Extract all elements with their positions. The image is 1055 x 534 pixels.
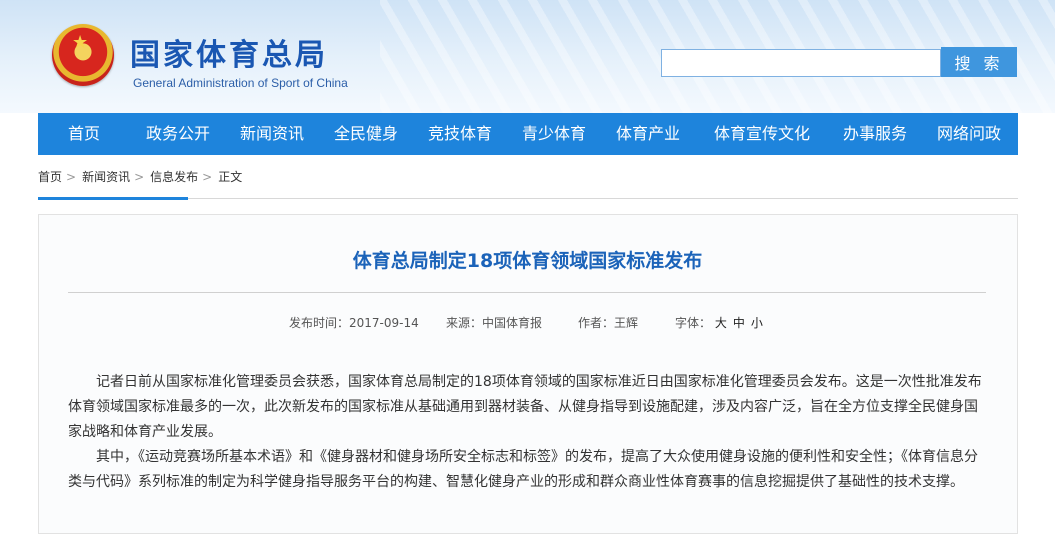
font-size-label: 字体： [675,316,712,330]
font-size-small[interactable]: 小 [751,316,763,330]
author-value: 王辉 [614,316,639,330]
nav-item-competitive-sports[interactable]: 竞技体育 [428,113,492,155]
publish-date: 发布时间：2017-09-14 [289,314,419,331]
publish-date-label: 发布时间： [289,316,350,330]
main-nav: 首页 政务公开 新闻资讯 全民健身 竞技体育 青少体育 体育产业 体育宣传文化 … [38,113,1018,155]
nav-item-news[interactable]: 新闻资讯 [240,113,304,155]
breadcrumb-separator: > [202,170,213,184]
site-name-en: General Administration of Sport of China [133,76,348,90]
font-size-medium[interactable]: 中 [733,316,745,330]
star-icon: ★ [72,32,89,53]
search-input[interactable] [661,49,941,77]
source-label: 来源： [446,316,483,330]
site-name-cn[interactable]: 国家体育总局 [130,30,328,74]
article-paragraph-1: 记者日前从国家标准化管理委员会获悉，国家体育总局制定的18项体育领域的国家标准近… [68,374,982,440]
article-source: 来源：中国体育报 [446,314,542,331]
breadcrumb-info-release[interactable]: 信息发布 [150,168,198,185]
national-emblem-icon[interactable]: ★ [52,24,114,86]
breadcrumb-accent-bar [38,197,188,200]
breadcrumb-separator: > [66,170,77,184]
nav-item-home[interactable]: 首页 [68,113,100,155]
breadcrumb: 首页 > 新闻资讯 > 信息发布 > 正文 [38,168,242,185]
article-title: 体育总局制定18项体育领域国家标准发布 [352,250,703,272]
nav-item-fitness[interactable]: 全民健身 [334,113,398,155]
search-button[interactable]: 搜 索 [941,47,1017,77]
nav-item-online-inquiry[interactable]: 网络问政 [937,113,1001,155]
breadcrumb-separator: > [134,170,145,184]
nav-item-services[interactable]: 办事服务 [843,113,907,155]
nav-item-sports-industry[interactable]: 体育产业 [616,113,680,155]
article-paragraph-2: 其中，《运动竞赛场所基本术语》和《健身器材和健身场所安全标志和标签》的发布，提高… [68,449,978,490]
title-divider [68,292,986,293]
nav-item-government-affairs[interactable]: 政务公开 [146,113,210,155]
source-value: 中国体育报 [482,316,543,330]
breadcrumb-home[interactable]: 首页 [38,168,62,185]
publish-date-value: 2017-09-14 [349,316,419,330]
breadcrumb-current: 正文 [218,170,243,184]
breadcrumb-news[interactable]: 新闻资讯 [82,168,130,185]
site-header: ★ 国家体育总局 General Administration of Sport… [0,0,1055,113]
article-author: 作者：王辉 [578,314,638,331]
author-label: 作者： [578,316,615,330]
nav-item-youth-sports[interactable]: 青少体育 [522,113,586,155]
font-size-control: 字体： 大中小 [675,314,769,331]
font-size-large[interactable]: 大 [715,316,727,330]
nav-item-sports-culture[interactable]: 体育宣传文化 [714,113,810,155]
